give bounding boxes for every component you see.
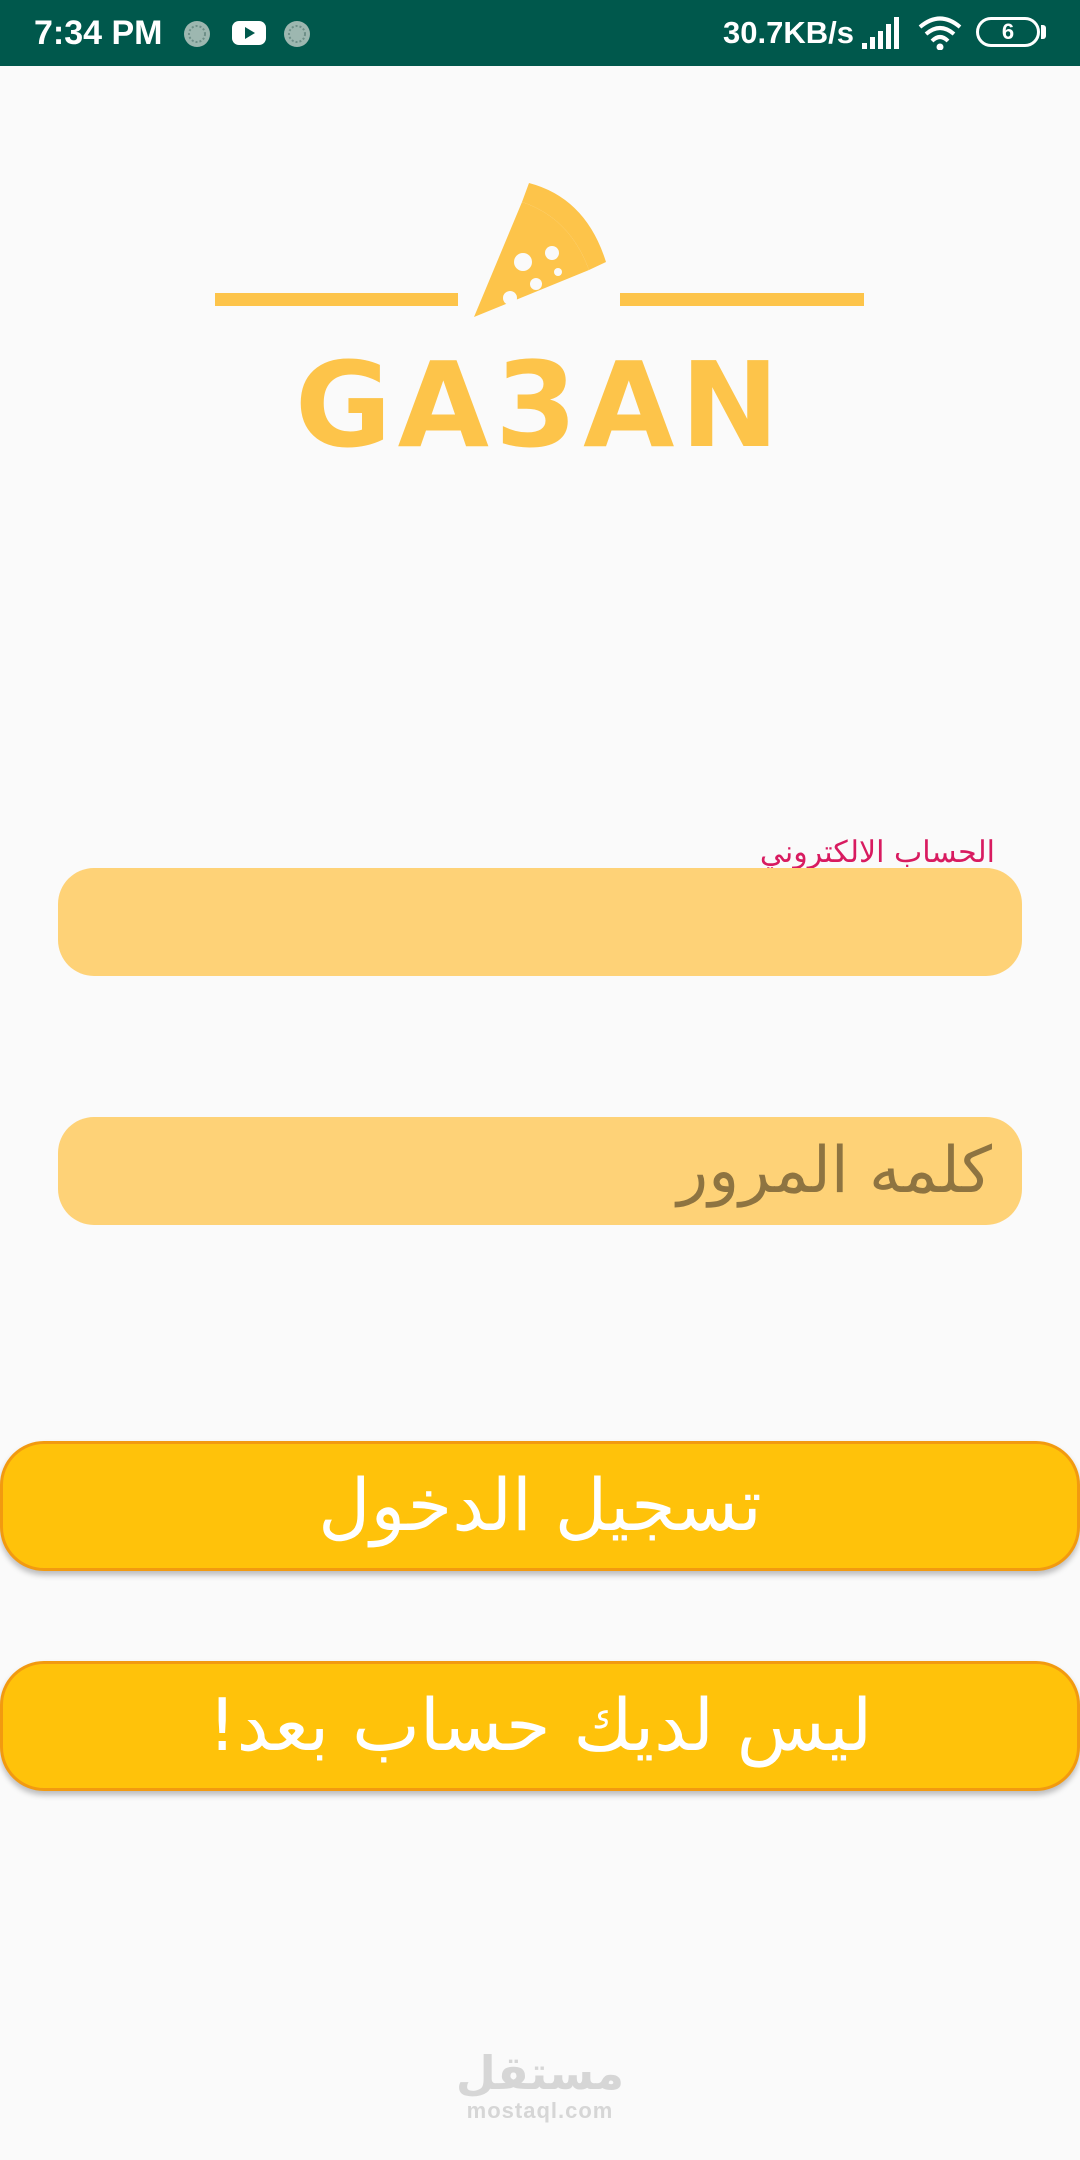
status-time: 7:34 PM	[34, 14, 163, 52]
login-button[interactable]: تسجيل الدخول	[0, 1441, 1080, 1571]
notification-dot-icon	[284, 21, 310, 47]
status-bar: 7:34 PM 30.7KB/s 6	[0, 0, 1080, 66]
email-field[interactable]	[58, 868, 1022, 976]
youtube-icon	[232, 21, 266, 45]
battery-icon: 6	[976, 17, 1040, 47]
network-speed: 30.7KB/s	[723, 15, 854, 50]
battery-tip	[1041, 25, 1046, 39]
watermark-logo: مستقل mostaql.com	[0, 2046, 1080, 2122]
logo-line-left	[215, 293, 458, 306]
notification-dot-icon	[184, 21, 210, 47]
watermark-arabic: مستقل	[455, 2046, 625, 2100]
email-label: الحساب الالكتروني	[759, 835, 995, 870]
pizza-slice-icon	[474, 183, 606, 317]
brand-name: GA3AN	[294, 336, 786, 474]
signup-button[interactable]: ليس لديك حساب بعد!	[0, 1661, 1080, 1791]
logo-line-right	[620, 293, 864, 306]
password-field[interactable]: كلمه المرور	[58, 1117, 1022, 1225]
signal-icon	[862, 17, 899, 49]
watermark-latin: mostaql.com	[466, 2098, 614, 2123]
password-placeholder: كلمه المرور	[677, 1134, 992, 1208]
wifi-icon	[918, 16, 962, 50]
